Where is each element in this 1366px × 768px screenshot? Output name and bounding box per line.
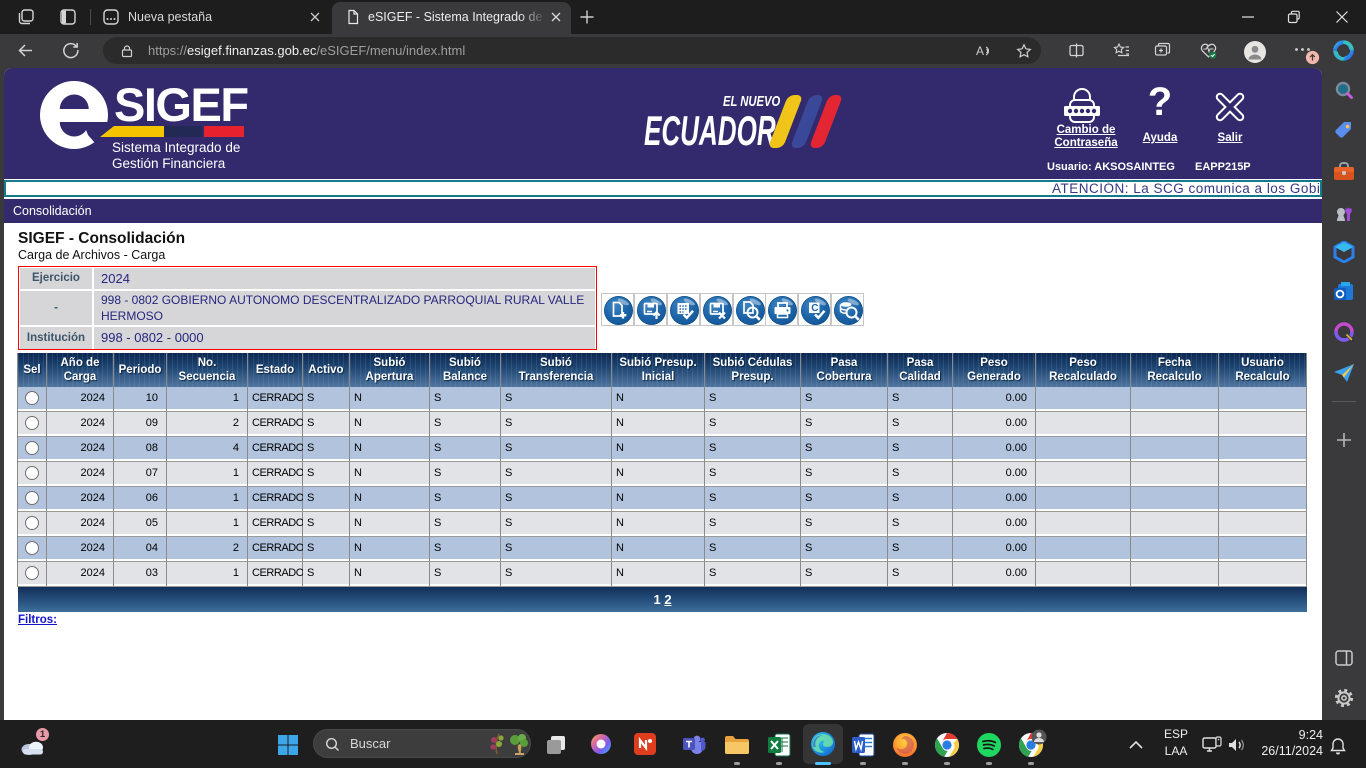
svg-text:C: C — [811, 303, 818, 314]
svg-text:A: A — [976, 44, 984, 58]
